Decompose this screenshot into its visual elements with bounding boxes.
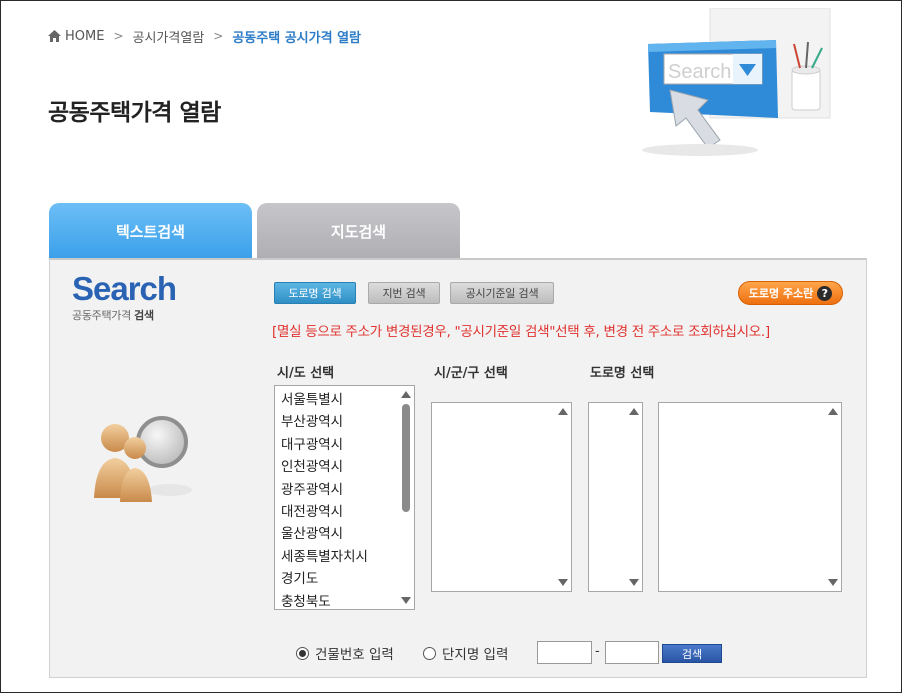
- breadcrumb-separator: >: [113, 29, 124, 43]
- home-icon: [48, 30, 61, 42]
- sigungu-select[interactable]: [431, 402, 572, 592]
- scroll-up-icon[interactable]: [401, 391, 411, 398]
- sido-option[interactable]: 서울특별시: [281, 389, 414, 411]
- road-label: 도로명 선택: [590, 366, 655, 381]
- sido-option[interactable]: 충청북도: [281, 591, 414, 609]
- base-date-search-button[interactable]: 공시기준일 검색: [450, 282, 554, 304]
- breadcrumb-separator: >: [213, 29, 224, 43]
- scroll-thumb[interactable]: [402, 404, 410, 512]
- building-number-radio[interactable]: 건물번호 입력: [296, 643, 394, 663]
- building-number-sub-input[interactable]: [605, 641, 659, 664]
- breadcrumb-current: 공동주택 공시가격 열람: [232, 30, 361, 46]
- road-scrollbar[interactable]: [825, 403, 841, 591]
- building-number-main-input[interactable]: [537, 641, 592, 664]
- page-title: 공동주택가격 열람: [48, 100, 221, 126]
- scroll-down-icon[interactable]: [558, 579, 568, 586]
- sido-option[interactable]: 인천광역시: [281, 456, 414, 478]
- tab-map-search[interactable]: 지도검색: [257, 203, 460, 259]
- sido-option[interactable]: 광주광역시: [281, 479, 414, 501]
- sido-option[interactable]: 대구광역시: [281, 434, 414, 456]
- road-initial-select[interactable]: [588, 402, 643, 592]
- notice-text: [멸실 등으로 주소가 변경된경우, "공시기준일 검색"선택 후, 변경 전 …: [272, 324, 770, 340]
- breadcrumb-home[interactable]: HOME: [65, 29, 104, 44]
- road-address-help-label: 도로명 주소란: [748, 287, 814, 300]
- sido-option[interactable]: 세종특별자치시: [281, 546, 414, 568]
- search-logo-word: Search: [72, 270, 177, 307]
- question-icon: ?: [817, 285, 833, 301]
- lot-number-search-button[interactable]: 지번 검색: [368, 282, 440, 304]
- radio-unselected-icon[interactable]: [423, 646, 436, 660]
- sigungu-label: 시/군/구 선택: [434, 366, 508, 381]
- breadcrumb-level1[interactable]: 공시가격열람: [133, 27, 205, 46]
- complex-name-radio[interactable]: 단지명 입력: [423, 643, 508, 663]
- sigungu-scrollbar[interactable]: [555, 403, 571, 591]
- complex-name-label: 단지명 입력: [442, 647, 509, 663]
- search-logo: Search 공동주택가격 검색: [72, 270, 177, 323]
- sido-scrollbar[interactable]: [398, 386, 414, 609]
- road-initial-scrollbar[interactable]: [626, 403, 642, 591]
- search-hand-illustration: Search: [642, 8, 831, 156]
- sido-option[interactable]: 대전광역시: [281, 501, 414, 523]
- scroll-down-icon[interactable]: [828, 579, 838, 586]
- sido-options: 서울특별시 부산광역시 대구광역시 인천광역시 광주광역시 대전광역시 울산광역시 세종특별자…: [275, 386, 414, 609]
- user-magnifier-icon: [94, 416, 192, 502]
- tab-text-search[interactable]: 텍스트검색: [49, 203, 252, 259]
- search-logo-sub: 공동주택가격 검색: [72, 309, 154, 322]
- hero-search-word: Search: [668, 61, 731, 83]
- sido-option[interactable]: 울산광역시: [281, 523, 414, 545]
- sido-option[interactable]: 경기도: [281, 568, 414, 590]
- sido-option[interactable]: 부산광역시: [281, 411, 414, 433]
- road-address-help-button[interactable]: 도로명 주소란 ?: [738, 281, 843, 305]
- scroll-up-icon[interactable]: [828, 408, 838, 415]
- number-dash: -: [595, 644, 600, 659]
- scroll-up-icon[interactable]: [558, 408, 568, 415]
- scroll-up-icon[interactable]: [629, 408, 639, 415]
- road-name-search-button[interactable]: 도로명 검색: [274, 282, 356, 304]
- sido-select[interactable]: 서울특별시 부산광역시 대구광역시 인천광역시 광주광역시 대전광역시 울산광역시 세종특별자…: [274, 385, 415, 610]
- search-button[interactable]: 검색: [662, 644, 722, 663]
- building-number-label: 건물번호 입력: [315, 647, 394, 663]
- radio-selected-icon[interactable]: [296, 646, 309, 660]
- road-select[interactable]: [658, 402, 842, 592]
- breadcrumb: HOME > 공시가격열람 > 공동주택 공시가격 열람: [48, 27, 361, 46]
- scroll-down-icon[interactable]: [401, 597, 411, 604]
- sido-label: 시/도 선택: [277, 366, 335, 381]
- scroll-down-icon[interactable]: [629, 579, 639, 586]
